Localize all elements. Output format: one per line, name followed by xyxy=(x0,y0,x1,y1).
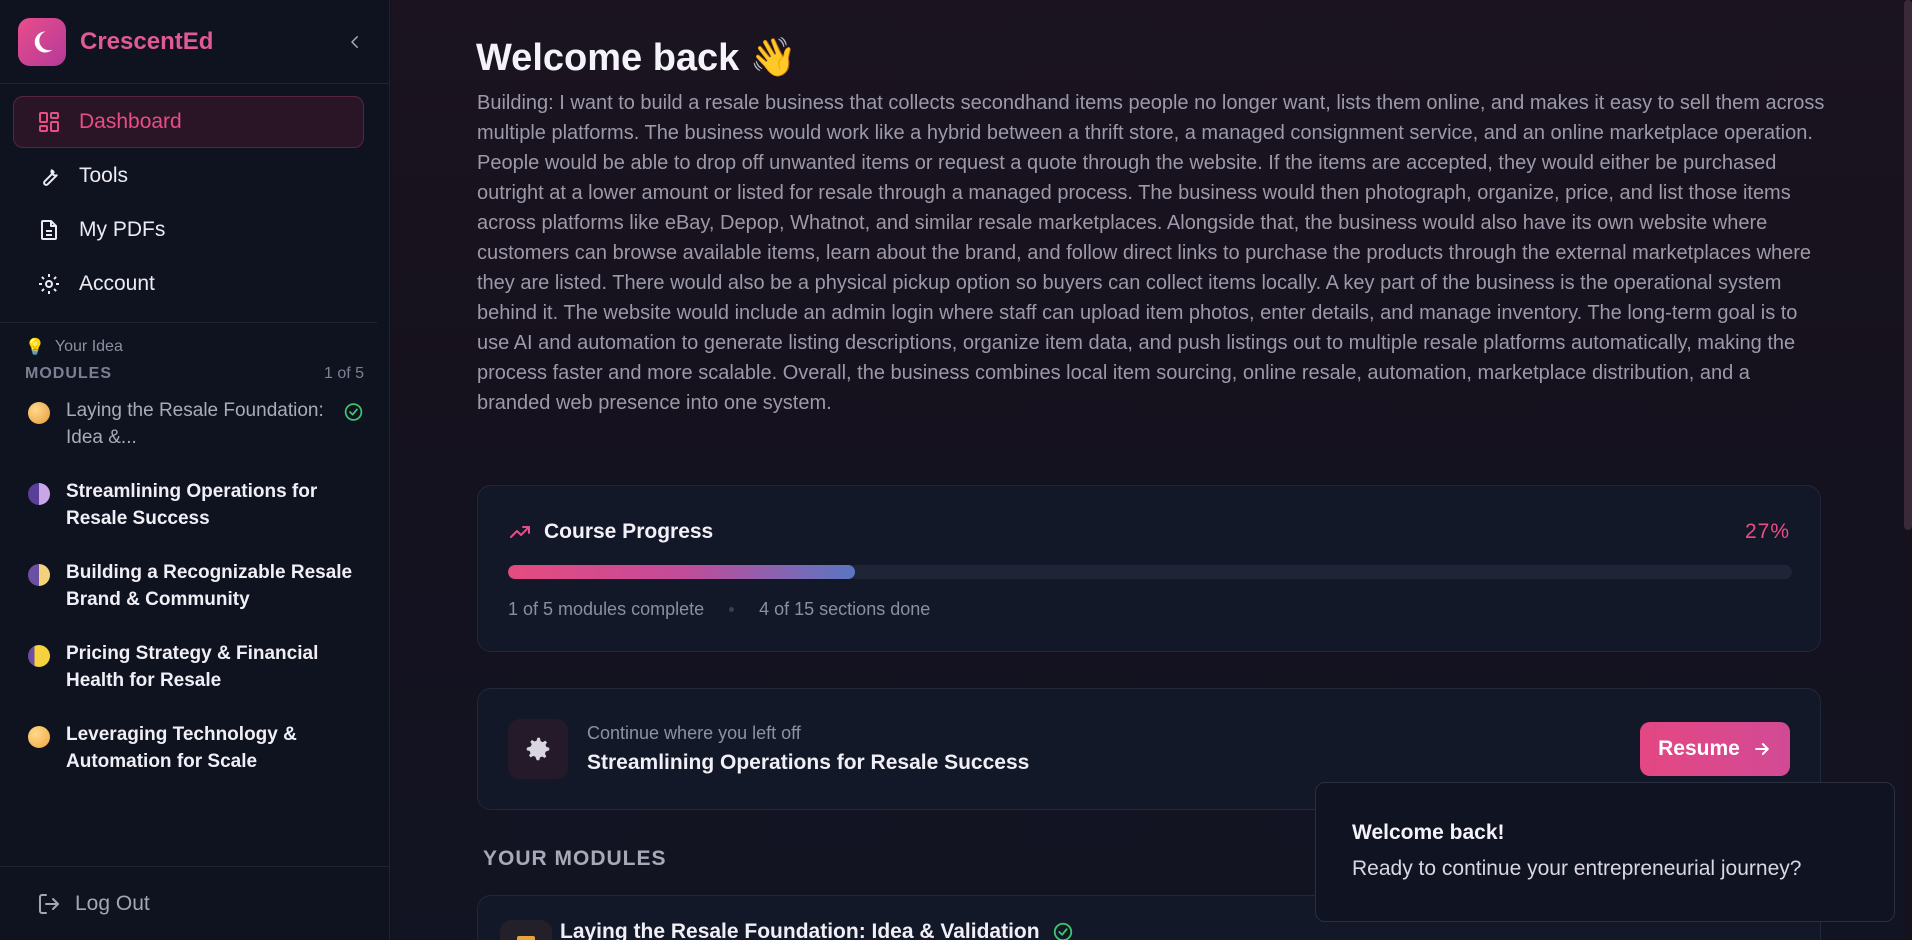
module-icon xyxy=(500,920,552,940)
continue-module-title: Streamlining Operations for Resale Succe… xyxy=(587,751,1030,774)
nav-item-tools[interactable]: Tools xyxy=(13,150,364,202)
main-scrollbar[interactable] xyxy=(1904,0,1912,940)
dashboard-grid-icon xyxy=(39,112,59,132)
your-idea-label: Your Idea xyxy=(54,338,123,355)
module-title: Streamlining Operations for Resale Succe… xyxy=(66,481,318,529)
nav-item-account[interactable]: Account xyxy=(13,258,364,310)
module-list: Laying the Resale Foundation: Idea &... … xyxy=(0,383,389,802)
sections-done: 4 of 15 sections done xyxy=(759,599,931,619)
gear-icon xyxy=(39,274,59,294)
brand-header: CrescentEd xyxy=(0,0,389,84)
scrollbar-thumb[interactable] xyxy=(1904,0,1912,530)
continue-label: Continue where you left off xyxy=(587,723,801,743)
arrow-right-icon xyxy=(1755,743,1769,755)
nav-label: My PDFs xyxy=(79,218,166,241)
gear-icon xyxy=(508,719,568,779)
nav-label: Dashboard xyxy=(79,110,182,133)
sidebar-module-1[interactable]: Laying the Resale Foundation: Idea &... xyxy=(0,397,389,478)
moon-phase-icon xyxy=(28,483,50,505)
progress-bar-fill xyxy=(508,565,855,579)
module-card-title: Laying the Resale Foundation: Idea & Val… xyxy=(560,920,1074,940)
nav-label: Tools xyxy=(79,164,129,187)
sidebar-module-4[interactable]: Pricing Strategy & Financial Health for … xyxy=(0,640,389,721)
modules-count: 1 of 5 xyxy=(323,365,364,382)
wrench-icon xyxy=(43,169,58,186)
module-title: Pricing Strategy & Financial Health for … xyxy=(66,643,319,691)
modules-complete: 1 of 5 modules complete xyxy=(508,599,705,619)
toast-message: Ready to continue your entrepreneurial j… xyxy=(1352,857,1802,880)
moon-phase-icon xyxy=(28,402,50,424)
module-title: Leveraging Technology & Automation for S… xyxy=(66,724,297,772)
sidebar-module-5[interactable]: Leveraging Technology & Automation for S… xyxy=(0,721,389,802)
progress-percent: 27% xyxy=(1744,520,1790,543)
modules-heading-label: MODULES xyxy=(25,365,112,382)
course-progress-card: Course Progress 27% 1 of 5 modules compl… xyxy=(477,485,1821,652)
your-modules-heading: YOUR MODULES xyxy=(483,847,667,870)
page-title: Welcome back 👋 xyxy=(476,37,798,79)
module-title: Building a Recognizable Resale Brand & C… xyxy=(66,562,353,610)
separator-dot xyxy=(729,607,735,612)
idea-description: Building: I want to build a resale busin… xyxy=(477,92,1825,414)
progress-meta: 1 of 5 modules complete 4 of 15 sections… xyxy=(508,599,930,620)
logout-icon xyxy=(39,893,59,914)
document-icon xyxy=(41,220,57,240)
progress-header: Course Progress xyxy=(508,520,713,544)
welcome-toast[interactable]: Welcome back! Ready to continue your ent… xyxy=(1315,782,1895,922)
sidebar: CrescentEd Dashboard Tools My PDFs Accou… xyxy=(0,0,390,940)
resume-label: Resume xyxy=(1658,737,1740,760)
crescent-moon-logo-icon[interactable] xyxy=(18,17,66,66)
your-idea-link[interactable]: 💡 Your Idea xyxy=(0,323,389,357)
resume-button[interactable]: Resume xyxy=(1640,722,1790,776)
nav-item-dashboard[interactable]: Dashboard xyxy=(13,96,364,148)
moon-phase-icon xyxy=(28,564,50,586)
moon-phase-icon xyxy=(28,645,50,667)
nav-label: Account xyxy=(79,272,155,295)
logout-button[interactable]: Log Out xyxy=(0,866,390,940)
progress-title: Course Progress xyxy=(544,520,714,543)
progress-bar xyxy=(508,565,1792,579)
check-circle-icon xyxy=(1053,922,1072,940)
nav-item-my-pdfs[interactable]: My PDFs xyxy=(13,204,364,256)
chevron-left-icon xyxy=(351,35,358,48)
app-name: CrescentEd xyxy=(80,27,214,55)
trending-up-icon xyxy=(510,526,530,538)
module-title: Laying the Resale Foundation: Idea &... xyxy=(66,400,324,448)
modules-heading: MODULES 1 of 5 xyxy=(0,357,389,383)
module-card-title-text: Laying the Resale Foundation: Idea & Val… xyxy=(560,920,1040,940)
check-circle-icon xyxy=(344,403,363,421)
lightbulb-icon: 💡 xyxy=(25,339,45,356)
toast-title: Welcome back! xyxy=(1352,821,1505,844)
logout-label: Log Out xyxy=(75,891,150,915)
moon-phase-icon xyxy=(28,726,50,748)
main-nav: Dashboard Tools My PDFs Account xyxy=(0,84,377,323)
sidebar-module-3[interactable]: Building a Recognizable Resale Brand & C… xyxy=(0,559,389,640)
sidebar-module-2[interactable]: Streamlining Operations for Resale Succe… xyxy=(0,478,389,559)
collapse-sidebar-button[interactable] xyxy=(339,26,371,58)
